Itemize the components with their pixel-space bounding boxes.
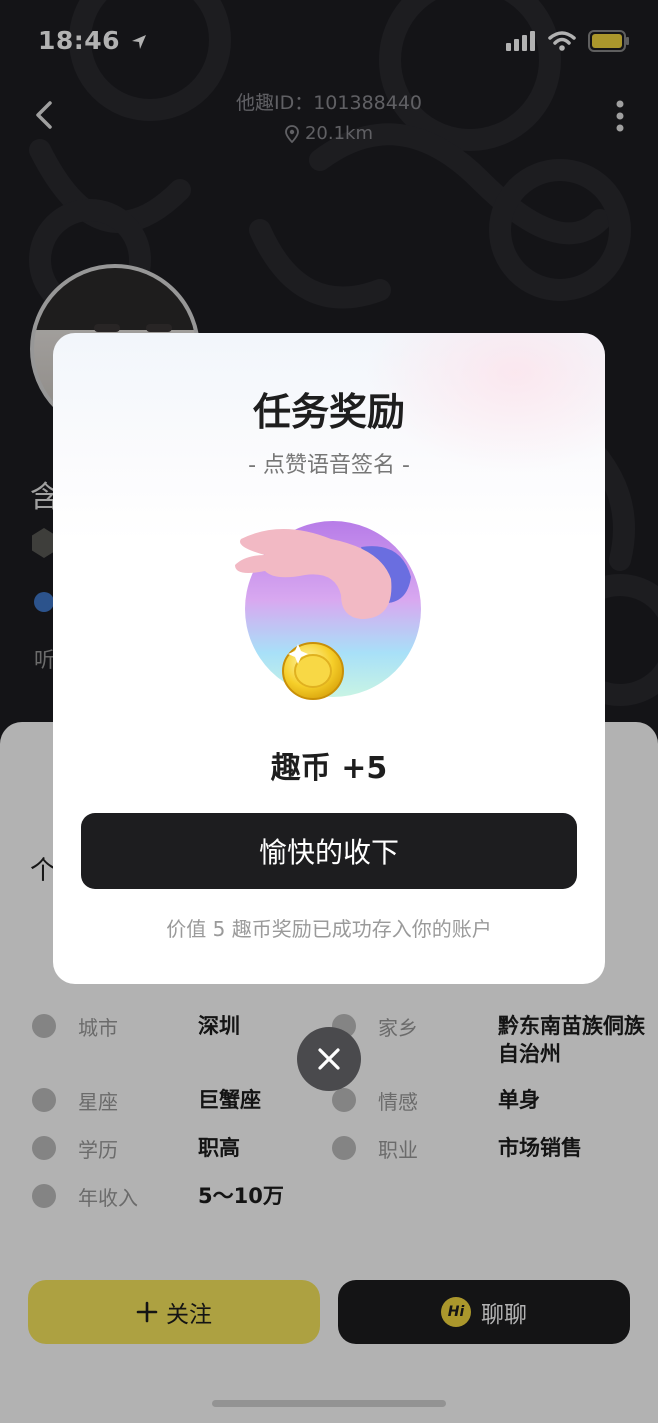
reward-modal: 任务奖励 - 点赞语音签名 - 趣币 +5 愉快的收下 价值 5 趣币奖励已成功… [53,333,605,984]
coin-reward-illustration [235,521,421,700]
close-modal-button[interactable] [297,1027,361,1091]
reward-note: 价值 5 趣币奖励已成功存入你的账户 [166,917,492,941]
close-icon [318,1048,340,1070]
accept-reward-button[interactable]: 愉快的收下 [81,813,577,889]
modal-subtitle: - 点赞语音签名 - [248,453,410,478]
modal-title: 任务奖励 [252,390,405,434]
reward-amount: 趣币 +5 [270,751,388,786]
